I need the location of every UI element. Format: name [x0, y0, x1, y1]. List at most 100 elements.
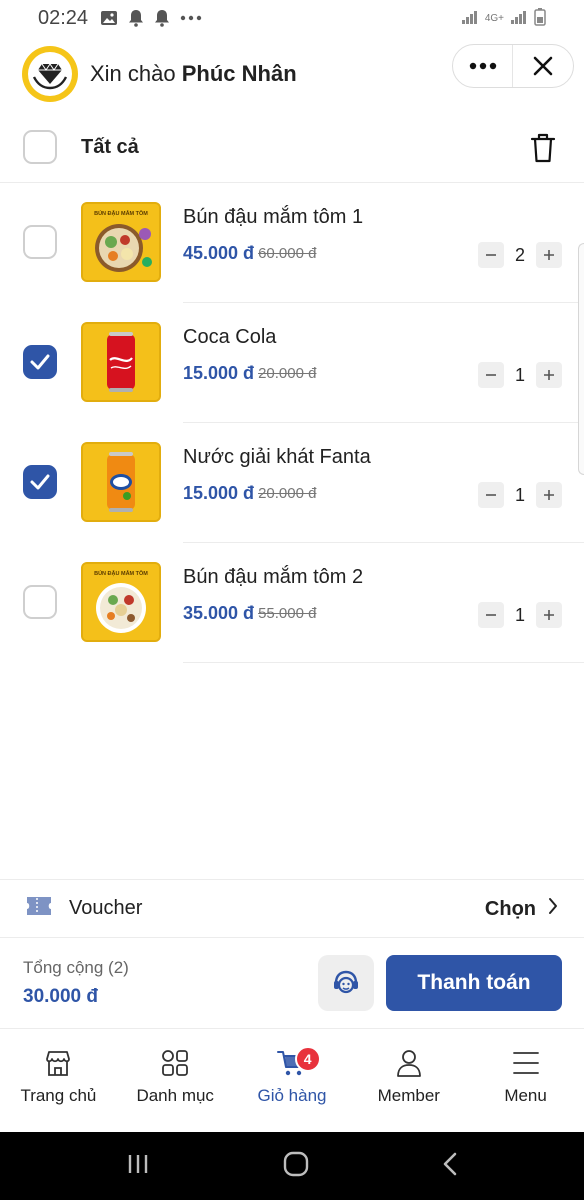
cart-count-badge: 4 [294, 1046, 321, 1072]
status-bar: 02:24 4G+ [0, 0, 584, 36]
noodle-platter-image: BÚN ĐẬU MẮM TÔM [83, 564, 159, 640]
cart-item: Nước giải khát Fanta 15.000 đ 20.000 đ 1 [0, 423, 584, 543]
product-thumbnail[interactable] [81, 322, 161, 402]
close-icon [533, 56, 553, 76]
nav-label: Danh mục [136, 1086, 214, 1105]
close-button[interactable] [513, 45, 573, 87]
app-logo [22, 46, 78, 102]
app-header: Xin chào Phúc Nhân [0, 36, 584, 112]
item-checkbox[interactable] [23, 585, 57, 619]
status-time: 02:24 [38, 6, 89, 29]
voucher-label: Voucher [69, 897, 143, 919]
decrease-button[interactable] [478, 362, 504, 388]
voucher-row[interactable]: Voucher Chọn [0, 879, 584, 938]
checkout-bar: Tổng cộng (2) 30.000 đ Thanh toán [0, 938, 584, 1029]
support-agent-icon [334, 970, 358, 994]
mini-app-capsule [452, 44, 574, 88]
nav-item-cart[interactable]: 4 Giỏ hàng [234, 1030, 351, 1132]
scroll-handle[interactable] [578, 243, 584, 475]
more-options-button[interactable] [453, 45, 513, 87]
nav-label: Menu [504, 1086, 547, 1105]
quantity-value: 1 [514, 364, 525, 385]
plus-icon [544, 250, 554, 260]
menu-icon [512, 1052, 539, 1074]
notification-bell-icon [154, 9, 170, 27]
decrease-button[interactable] [478, 482, 504, 508]
greeting: Xin chào Phúc Nhân [90, 61, 297, 87]
quantity-stepper: 1 [478, 482, 562, 508]
product-thumbnail[interactable] [81, 442, 161, 522]
delete-button[interactable] [530, 132, 556, 169]
product-price: 35.000 đ [183, 603, 255, 623]
voucher-choose-button[interactable]: Chọn [485, 897, 558, 921]
product-name: Nước giải khát Fanta [183, 446, 371, 468]
product-price: 15.000 đ [183, 363, 255, 383]
home-icon[interactable] [283, 1151, 309, 1182]
plus-icon [544, 610, 554, 620]
grid-icon [162, 1050, 189, 1076]
more-dots-icon [180, 15, 202, 21]
plus-icon [544, 370, 554, 380]
minus-icon [486, 614, 496, 616]
total-value: 30.000 đ [23, 986, 98, 1007]
minus-icon [486, 254, 496, 256]
product-thumbnail[interactable]: BÚN ĐẬU MẮM TÔM [81, 562, 161, 642]
nav-label: Giỏ hàng [257, 1086, 327, 1105]
cart-list: BÚN ĐẬU MẮM TÔM Bún đậu mắm tôm 1 45.000… [0, 183, 584, 663]
increase-button[interactable] [536, 482, 562, 508]
user-name: Phúc Nhân [181, 61, 297, 86]
nav-item-categories[interactable]: Danh mục [117, 1030, 234, 1132]
nav-item-home[interactable]: Trang chủ [0, 1030, 117, 1132]
quantity-stepper: 2 [478, 242, 562, 268]
item-checkbox[interactable] [23, 465, 57, 499]
user-icon [396, 1050, 421, 1077]
chevron-right-icon [548, 897, 558, 921]
quantity-value: 1 [514, 604, 525, 625]
increase-button[interactable] [536, 362, 562, 388]
voucher-icon [24, 894, 54, 923]
select-all-row: Tất cả [0, 112, 584, 183]
cart-item: Coca Cola 15.000 đ 20.000 đ 1 [0, 303, 584, 423]
decrease-button[interactable] [478, 602, 504, 628]
greeting-prefix: Xin chào [90, 61, 176, 86]
quantity-value: 2 [514, 244, 525, 265]
store-icon [46, 1051, 71, 1076]
plus-icon [544, 490, 554, 500]
image-icon [100, 10, 118, 26]
increase-button[interactable] [536, 602, 562, 628]
product-old-price: 60.000 đ [258, 245, 317, 262]
product-name: Bún đậu mắm tôm 1 [183, 206, 364, 228]
item-checkbox[interactable] [23, 225, 57, 259]
checkout-button[interactable]: Thanh toán [386, 955, 562, 1011]
decrease-button[interactable] [478, 242, 504, 268]
nav-item-member[interactable]: Member [350, 1030, 467, 1132]
battery-icon [534, 7, 546, 29]
item-checkbox[interactable] [23, 345, 57, 379]
increase-button[interactable] [536, 242, 562, 268]
back-icon[interactable] [442, 1152, 458, 1181]
coca-can-image [83, 324, 159, 400]
product-price: 45.000 đ [183, 243, 255, 263]
minus-icon [486, 494, 496, 496]
diamond-hands-icon [32, 63, 68, 90]
svg-text:BÚN ĐẬU MẮM TÔM: BÚN ĐẬU MẮM TÔM [94, 569, 148, 577]
recent-apps-icon[interactable] [126, 1153, 150, 1180]
check-icon [30, 354, 50, 370]
noodle-dish-image: BÚN ĐẬU MẮM TÔM [83, 204, 159, 280]
nav-item-menu[interactable]: Menu [467, 1030, 584, 1132]
quantity-stepper: 1 [478, 362, 562, 388]
nav-label: Member [377, 1086, 440, 1105]
cart-item: BÚN ĐẬU MẮM TÔM Bún đậu mắm tôm 2 35.000… [0, 543, 584, 663]
product-old-price: 20.000 đ [258, 365, 317, 382]
signal-icon [510, 9, 528, 28]
svg-text:BÚN ĐẬU MẮM TÔM: BÚN ĐẬU MẮM TÔM [94, 209, 148, 217]
status-right: 4G+ [461, 7, 546, 29]
quantity-stepper: 1 [478, 602, 562, 628]
select-all-checkbox[interactable] [23, 130, 57, 164]
network-label: 4G+ [484, 12, 504, 24]
support-button[interactable] [318, 955, 374, 1011]
check-icon [30, 474, 50, 490]
product-thumbnail[interactable]: BÚN ĐẬU MẮM TÔM [81, 202, 161, 282]
product-price: 15.000 đ [183, 483, 255, 503]
notification-bell-icon [128, 9, 144, 27]
